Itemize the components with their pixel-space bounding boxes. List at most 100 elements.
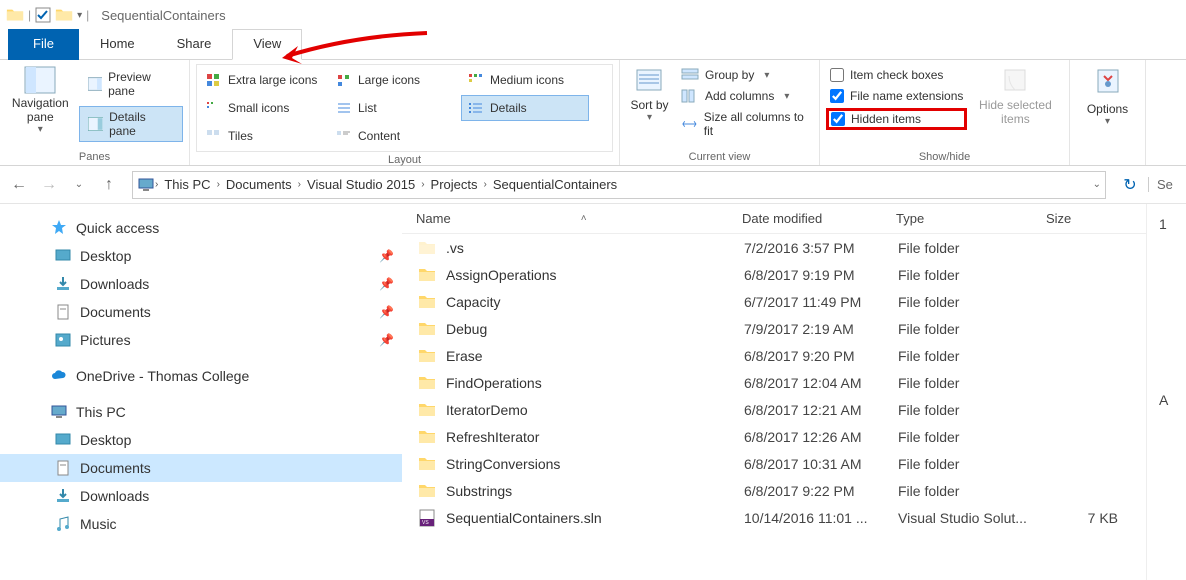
bc-current[interactable]: SequentialContainers — [487, 177, 623, 192]
col-name[interactable]: Name˄ — [416, 211, 742, 226]
separator: | — [28, 8, 31, 22]
file-name-extensions-toggle[interactable]: File name extensions — [826, 87, 967, 105]
hide-selected-button: Hide selected items — [971, 64, 1059, 149]
preview-pane-button[interactable]: Preview pane — [79, 66, 183, 102]
folder-icon — [418, 320, 436, 338]
bc-documents[interactable]: Documents — [220, 177, 298, 192]
navigation-tree: Quick access Desktop📌Downloads📌Documents… — [0, 204, 402, 580]
view-details[interactable]: Details — [461, 95, 589, 121]
folder-icon — [418, 293, 436, 311]
options-button[interactable]: Options ▾ — [1076, 64, 1139, 149]
sort-asc-icon: ˄ — [581, 213, 587, 224]
address-dropdown-icon[interactable]: ⌄ — [1093, 179, 1101, 190]
recent-dropdown[interactable]: ⌄ — [66, 172, 92, 198]
file-row[interactable]: IteratorDemo6/8/2017 12:21 AMFile folder — [402, 396, 1146, 423]
tree-item-pictures[interactable]: Pictures📌 — [0, 326, 402, 354]
folder-icon — [54, 331, 72, 349]
sort-by-button[interactable]: Sort by ▾ — [626, 64, 673, 149]
tree-quick-access[interactable]: Quick access — [0, 214, 402, 242]
col-type[interactable]: Type — [896, 211, 1046, 226]
bc-vs2015[interactable]: Visual Studio 2015 — [301, 177, 421, 192]
folder-icon — [54, 431, 72, 449]
file-row[interactable]: FindOperations6/8/2017 12:04 AMFile fold… — [402, 369, 1146, 396]
cloud-icon — [50, 367, 68, 385]
pc-icon — [50, 403, 68, 421]
folder-hidden-icon — [418, 239, 436, 257]
view-tiles[interactable]: Tiles — [199, 123, 327, 149]
view-content[interactable]: Content — [329, 123, 459, 149]
file-row[interactable]: VSSequentialContainers.sln10/14/2016 11:… — [402, 504, 1146, 531]
bc-thispc[interactable]: This PC — [158, 177, 216, 192]
file-list: .vs7/2/2016 3:57 PMFile folderAssignOper… — [402, 234, 1146, 580]
separator: | — [86, 8, 89, 22]
svg-text:VS: VS — [422, 520, 429, 526]
file-row[interactable]: RefreshIterator6/8/2017 12:26 AMFile fol… — [402, 423, 1146, 450]
bc-projects[interactable]: Projects — [425, 177, 484, 192]
checkbox-icon[interactable] — [35, 7, 51, 23]
address-bar-row: ← → ⌄ ↑ › This PC› Documents› Visual Stu… — [0, 166, 1186, 204]
details-pane-button[interactable]: Details pane — [79, 106, 183, 142]
pin-icon: 📌 — [379, 277, 394, 291]
view-small[interactable]: Small icons — [199, 95, 327, 121]
add-columns-button[interactable]: Add columns▾ — [677, 87, 813, 105]
pin-icon: 📌 — [379, 305, 394, 319]
details-pane-edge: 1 A — [1146, 204, 1186, 580]
file-row[interactable]: Debug7/9/2017 2:19 AMFile folder — [402, 315, 1146, 342]
window-title: SequentialContainers — [101, 8, 225, 23]
folder-icon — [54, 275, 72, 293]
tab-view[interactable]: View — [232, 29, 302, 60]
group-label-current: Current view — [626, 149, 813, 165]
hidden-items-highlight: Hidden items — [826, 108, 967, 130]
col-date[interactable]: Date modified — [742, 211, 896, 226]
file-row[interactable]: StringConversions6/8/2017 10:31 AMFile f… — [402, 450, 1146, 477]
file-row[interactable]: Erase6/8/2017 9:20 PMFile folder — [402, 342, 1146, 369]
tree-this-pc[interactable]: This PC — [0, 398, 402, 426]
folder-icon — [54, 459, 72, 477]
tree-item-documents[interactable]: Documents📌 — [0, 298, 402, 326]
folder-icon — [54, 487, 72, 505]
search-box[interactable]: Se — [1148, 177, 1180, 192]
pc-icon — [137, 176, 155, 194]
file-row[interactable]: Capacity6/7/2017 11:49 PMFile folder — [402, 288, 1146, 315]
column-headers: Name˄ Date modified Type Size — [402, 204, 1146, 234]
folder-icon — [54, 247, 72, 265]
layout-views: Extra large icons Large icons Medium ico… — [196, 64, 613, 152]
folder-icon — [418, 347, 436, 365]
size-columns-button[interactable]: Size all columns to fit — [677, 108, 813, 140]
tree-onedrive[interactable]: OneDrive - Thomas College — [0, 362, 402, 390]
breadcrumb[interactable]: › This PC› Documents› Visual Studio 2015… — [132, 171, 1106, 199]
col-size[interactable]: Size — [1046, 211, 1126, 226]
tab-home[interactable]: Home — [79, 29, 156, 60]
file-row[interactable]: .vs7/2/2016 3:57 PMFile folder — [402, 234, 1146, 261]
file-row[interactable]: AssignOperations6/8/2017 9:19 PMFile fol… — [402, 261, 1146, 288]
qatoolbar-dropdown-icon[interactable]: ▾ — [77, 10, 82, 21]
forward-button[interactable]: → — [36, 172, 62, 198]
tree-item-downloads[interactable]: Downloads📌 — [0, 270, 402, 298]
view-large[interactable]: Large icons — [329, 67, 459, 93]
tree-item-downloads[interactable]: Downloads — [0, 482, 402, 510]
ribbon-tabs: File Home Share View — [0, 30, 1186, 60]
back-button[interactable]: ← — [6, 172, 32, 198]
folder-icon — [418, 482, 436, 500]
folder-icon — [418, 401, 436, 419]
group-label-showhide: Show/hide — [826, 149, 1063, 165]
folder-small-icon-2 — [55, 6, 73, 24]
hidden-items-toggle[interactable]: Hidden items — [831, 112, 958, 126]
group-by-button[interactable]: Group by▾ — [677, 66, 813, 84]
file-row[interactable]: Substrings6/8/2017 9:22 PMFile folder — [402, 477, 1146, 504]
navigation-pane-button[interactable]: Navigation pane ▾ — [6, 64, 75, 149]
folder-small-icon — [6, 6, 24, 24]
view-medium[interactable]: Medium icons — [461, 67, 589, 93]
up-button[interactable]: ↑ — [96, 172, 122, 198]
view-list[interactable]: List — [329, 95, 459, 121]
item-check-boxes-toggle[interactable]: Item check boxes — [826, 66, 967, 84]
tree-item-documents[interactable]: Documents — [0, 454, 402, 482]
tree-item-desktop[interactable]: Desktop — [0, 426, 402, 454]
tree-item-music[interactable]: Music — [0, 510, 402, 538]
folder-icon — [418, 266, 436, 284]
tab-file[interactable]: File — [8, 29, 79, 60]
view-extra-large[interactable]: Extra large icons — [199, 67, 327, 93]
tree-item-desktop[interactable]: Desktop📌 — [0, 242, 402, 270]
refresh-button[interactable]: ↻ — [1116, 171, 1144, 199]
tab-share[interactable]: Share — [156, 29, 233, 60]
